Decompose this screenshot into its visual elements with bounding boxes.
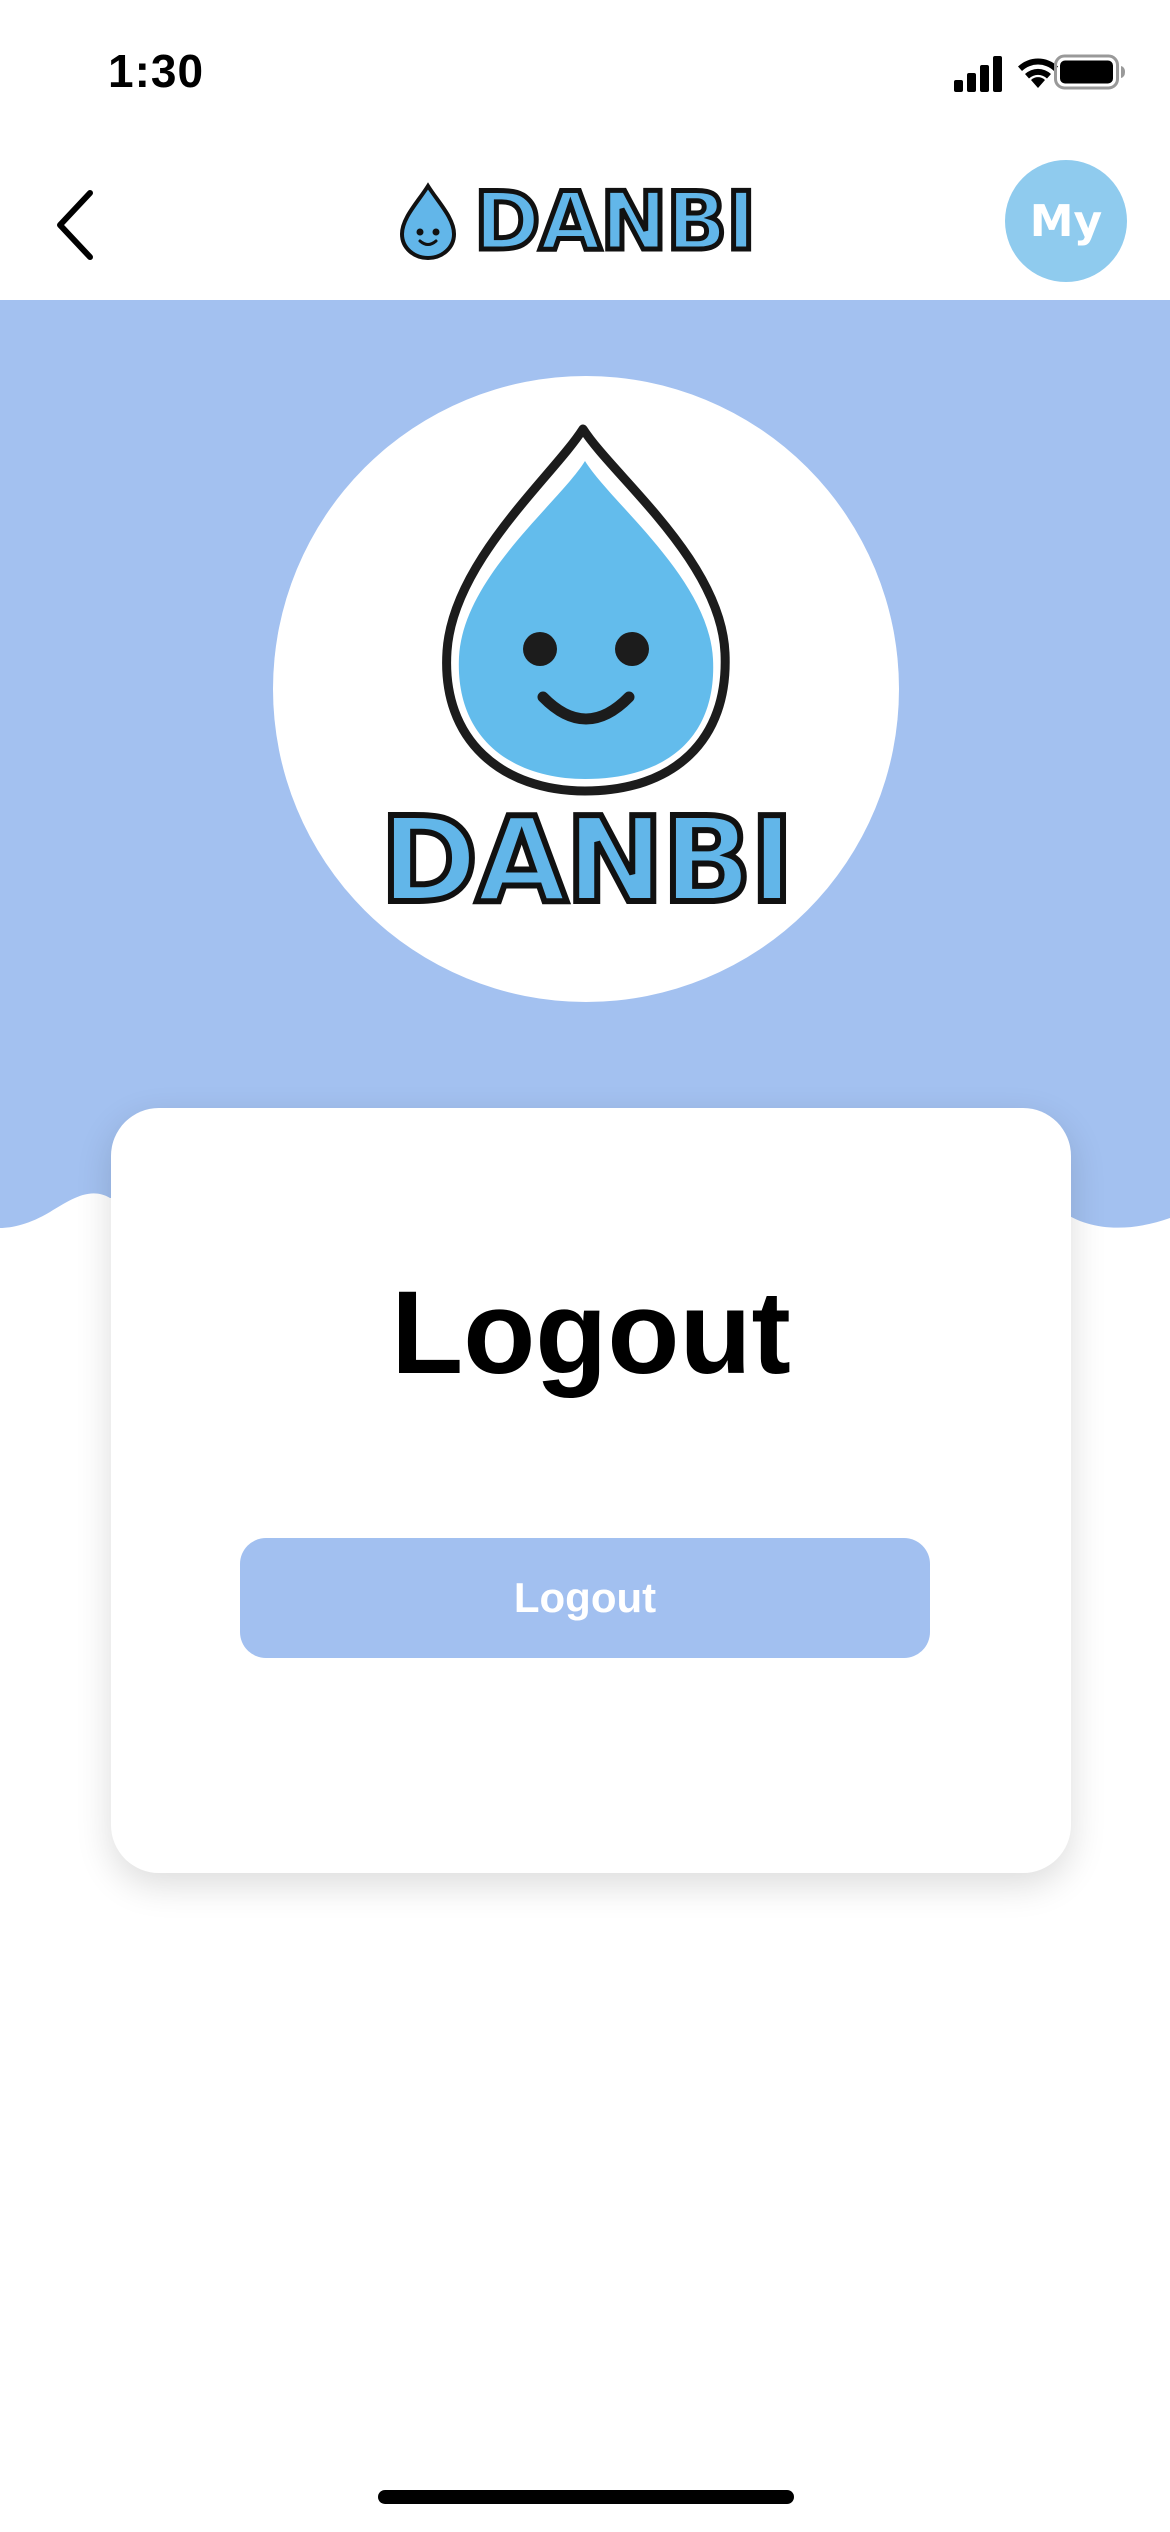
cellular-signal-icon <box>954 56 1002 92</box>
hero-banner: DANBI <box>0 300 1170 1230</box>
logout-button[interactable]: Logout <box>240 1538 930 1658</box>
back-button[interactable] <box>30 180 120 270</box>
home-indicator[interactable] <box>378 2490 794 2504</box>
status-time: 1:30 <box>108 45 205 97</box>
brand-logo: DANBI <box>273 376 899 1002</box>
logout-card: Logout Logout <box>111 1108 1071 1873</box>
brand-logo-text: DANBI <box>377 791 797 929</box>
chevron-left-icon <box>57 190 93 260</box>
page-title: Logout <box>391 1267 791 1399</box>
header-logo-text: DANBI <box>471 175 758 268</box>
battery-icon <box>1054 54 1125 90</box>
header-logo: DANBI <box>394 178 774 268</box>
water-drop-mascot-icon <box>442 424 730 796</box>
my-page-button[interactable]: My <box>1005 160 1127 282</box>
top-nav-bar: DANBI My <box>0 150 1170 300</box>
water-drop-icon <box>399 182 457 261</box>
status-bar: 1:30 <box>0 0 1170 150</box>
status-icons <box>954 54 1125 94</box>
